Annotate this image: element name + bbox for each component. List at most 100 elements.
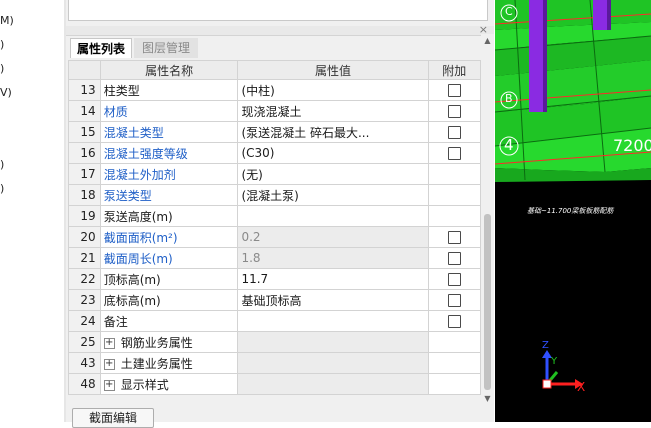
left-fragment-text: ) — [0, 158, 5, 171]
extra-cell — [427, 163, 482, 185]
row-number: 25 — [68, 331, 101, 353]
property-value: 0.2 — [237, 226, 429, 248]
property-row[interactable]: 20 截面面积(m²) 0.2 — [68, 226, 482, 248]
extra-checkbox[interactable] — [447, 147, 461, 160]
axis-x-label: X — [577, 380, 586, 394]
property-value[interactable]: (无) — [237, 163, 429, 185]
extra-checkbox[interactable] — [447, 126, 461, 139]
property-row[interactable]: 21 截面周长(m) 1.8 — [68, 247, 482, 269]
row-number: 43 — [68, 352, 101, 374]
extra-checkbox[interactable] — [447, 273, 461, 286]
extra-checkbox[interactable] — [447, 231, 461, 244]
property-value[interactable] — [237, 205, 429, 227]
property-name[interactable]: + 显示样式 — [99, 373, 239, 395]
property-name-text: 柱类型 — [103, 83, 140, 98]
property-name-text: 泵送类型 — [103, 188, 152, 203]
property-value[interactable]: 基础顶标高 — [237, 289, 429, 311]
tab-property-list[interactable]: 属性列表 — [70, 38, 132, 58]
scroll-up-arrow-icon[interactable]: ▲ — [481, 36, 494, 46]
property-row[interactable]: 14 材质 现浇混凝土 — [68, 100, 482, 122]
property-name: 备注 — [99, 310, 239, 332]
row-number: 17 — [68, 163, 101, 185]
property-row[interactable]: 16 混凝土强度等级 (C30) — [68, 142, 482, 164]
property-value[interactable]: 现浇混凝土 — [237, 100, 429, 122]
property-value[interactable]: (泵送混凝土 碎石最大... — [237, 121, 429, 143]
property-row[interactable]: 22 顶标高(m) 11.7 — [68, 268, 482, 290]
extra-checkbox[interactable] — [447, 105, 461, 118]
grid-header-num — [68, 60, 101, 80]
property-name-text: 顶标高(m) — [103, 272, 161, 287]
property-name: 材质 — [99, 100, 239, 122]
property-name-text: 混凝土强度等级 — [103, 146, 188, 161]
extra-cell — [427, 100, 482, 122]
extra-cell — [427, 373, 482, 395]
property-name[interactable]: + 土建业务属性 — [99, 352, 239, 374]
axis-z-label: Z — [542, 340, 549, 351]
left-fragment-text: ) — [0, 38, 5, 51]
axis-label-4: 4 — [504, 136, 514, 154]
row-number: 16 — [68, 142, 101, 164]
expand-icon[interactable]: + — [103, 358, 115, 370]
left-panel-fragment: M))) V))) — [0, 0, 64, 422]
property-row[interactable]: 48 + 显示样式 — [68, 373, 482, 395]
expand-icon[interactable]: + — [103, 379, 115, 391]
expand-icon[interactable]: + — [103, 337, 115, 349]
property-name: 截面面积(m²) — [99, 226, 239, 248]
extra-checkbox[interactable] — [447, 315, 461, 328]
row-number: 15 — [68, 121, 101, 143]
property-name-text: 显示样式 — [120, 377, 169, 392]
property-name: 混凝土外加剂 — [99, 163, 239, 185]
property-row[interactable]: 18 泵送类型 (混凝土泵) — [68, 184, 482, 206]
property-row[interactable]: 25 + 钢筋业务属性 — [68, 331, 482, 353]
property-row[interactable]: 13 柱类型 (中柱) — [68, 79, 482, 101]
property-value[interactable]: (混凝土泵) — [237, 184, 429, 206]
scroll-down-arrow-icon[interactable]: ▼ — [481, 394, 494, 404]
extra-cell — [427, 184, 482, 206]
grid-header-name[interactable]: 属性名称 — [99, 60, 239, 80]
grid-header-value[interactable]: 属性值 — [237, 60, 429, 80]
left-fragment-text: M) — [0, 14, 14, 27]
property-value[interactable] — [237, 310, 429, 332]
tab-layer-management[interactable]: 图层管理 — [134, 38, 198, 58]
axis-label-b: B — [505, 92, 513, 105]
property-row[interactable]: 43 + 土建业务属性 — [68, 352, 482, 374]
property-name-text: 混凝土类型 — [103, 125, 164, 140]
dimension-7200: 7200 — [613, 136, 651, 155]
property-value[interactable]: (中柱) — [237, 79, 429, 101]
extra-checkbox[interactable] — [447, 294, 461, 307]
row-number: 14 — [68, 100, 101, 122]
row-number: 22 — [68, 268, 101, 290]
extra-cell — [427, 310, 482, 332]
property-name: 泵送高度(m) — [99, 205, 239, 227]
property-row[interactable]: 15 混凝土类型 (泵送混凝土 碎石最大... — [68, 121, 482, 143]
panel-header: × — [66, 23, 494, 36]
row-number: 24 — [68, 310, 101, 332]
property-row[interactable]: 17 混凝土外加剂 (无) — [68, 163, 482, 185]
vertical-scrollbar[interactable]: ▲ ▼ — [481, 34, 494, 406]
property-value[interactable]: (C30) — [237, 142, 429, 164]
axis-label-c: C — [505, 5, 513, 18]
scroll-thumb[interactable] — [484, 214, 491, 390]
property-value — [237, 331, 429, 353]
extra-checkbox[interactable] — [447, 252, 461, 265]
column-1 — [529, 0, 543, 112]
row-number: 20 — [68, 226, 101, 248]
property-value[interactable]: 11.7 — [237, 268, 429, 290]
3d-viewport[interactable]: C B 4 7200 基础~11.700梁板板筋配筋 X Y Z — [495, 0, 651, 422]
property-name-text: 备注 — [103, 314, 128, 329]
property-name[interactable]: + 钢筋业务属性 — [99, 331, 239, 353]
property-name-text: 钢筋业务属性 — [120, 335, 193, 350]
property-row[interactable]: 19 泵送高度(m) — [68, 205, 482, 227]
grid-header-extra[interactable]: 附加 — [427, 60, 482, 80]
property-name: 截面周长(m) — [99, 247, 239, 269]
property-name: 混凝土类型 — [99, 121, 239, 143]
row-number: 19 — [68, 205, 101, 227]
extra-checkbox[interactable] — [447, 84, 461, 97]
section-edit-button[interactable]: 截面编辑 — [72, 408, 154, 428]
property-row[interactable]: 23 底标高(m) 基础顶标高 — [68, 289, 482, 311]
property-row[interactable]: 24 备注 — [68, 310, 482, 332]
property-name-text: 截面面积(m²) — [103, 230, 178, 245]
property-value: 1.8 — [237, 247, 429, 269]
row-number: 18 — [68, 184, 101, 206]
top-content-box — [68, 0, 488, 21]
